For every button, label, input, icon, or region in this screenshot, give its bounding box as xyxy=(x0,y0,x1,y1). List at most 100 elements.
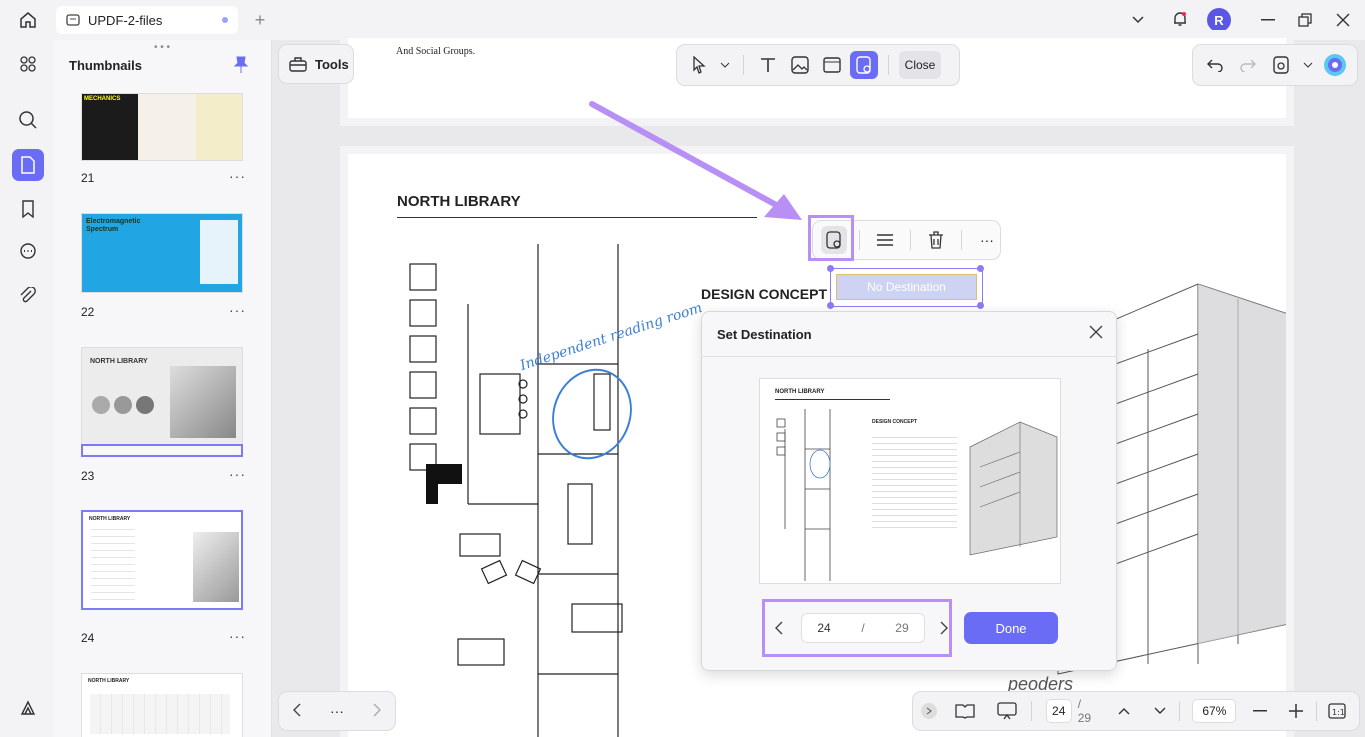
thumbnail-more-icon[interactable]: ··· xyxy=(229,466,246,482)
dialog-total-pages: 29 xyxy=(895,621,909,635)
more-options-icon[interactable]: ··· xyxy=(974,226,1000,254)
page-down-icon[interactable] xyxy=(1146,697,1174,725)
prev-page-icon[interactable] xyxy=(293,703,301,720)
home-icon[interactable] xyxy=(16,9,40,31)
bell-icon[interactable] xyxy=(1170,9,1190,29)
avatar[interactable]: R xyxy=(1207,8,1231,32)
close-edit-button[interactable]: Close xyxy=(899,51,941,79)
pointer-icon[interactable] xyxy=(685,51,713,79)
resize-handle[interactable] xyxy=(977,265,984,272)
document-tab[interactable]: UPDF-2-files xyxy=(56,6,238,34)
zoom-in-icon[interactable] xyxy=(1282,697,1310,725)
pointer-dropdown-icon[interactable] xyxy=(717,51,733,79)
dialog-close-icon[interactable] xyxy=(1089,325,1103,342)
drop-indicator xyxy=(81,444,243,457)
resize-handle[interactable] xyxy=(827,265,834,272)
actual-size-icon[interactable]: 1:1 xyxy=(1323,697,1351,725)
thumbnail-label: NORTH LIBRARY xyxy=(88,678,130,684)
thumbnails-icon[interactable] xyxy=(12,149,44,181)
preview-concept: DESIGN CONCEPT xyxy=(872,419,918,425)
save-icon[interactable] xyxy=(1270,51,1293,79)
restore-icon[interactable] xyxy=(1295,10,1315,30)
link-area-selection[interactable]: No Destination xyxy=(827,265,984,309)
collapse-icon[interactable] xyxy=(921,703,937,719)
thumbnail-label: NORTH LIBRARY xyxy=(89,516,131,522)
nav-more-icon[interactable]: ··· xyxy=(330,703,344,719)
preview-building xyxy=(969,421,1058,556)
redo-icon[interactable] xyxy=(1236,51,1259,79)
preview-floor-plan xyxy=(776,409,831,581)
resize-handle[interactable] xyxy=(977,302,984,309)
thumbnail-more-icon[interactable]: ··· xyxy=(229,628,246,644)
delete-icon[interactable] xyxy=(923,226,949,254)
set-destination-dialog: Set Destination NORTH LIBRARY DESIGN CON… xyxy=(701,311,1117,671)
page-nav-mini: ··· xyxy=(278,691,396,731)
apps-grid-icon[interactable] xyxy=(12,48,44,80)
done-button[interactable]: Done xyxy=(964,612,1058,644)
attachment-icon[interactable] xyxy=(12,280,44,312)
preview-text-lines xyxy=(872,433,957,533)
highlight-box xyxy=(808,215,854,261)
page-heading: NORTH LIBRARY xyxy=(397,193,521,210)
page-thumbnail[interactable]: Electromagnetic Spectrum xyxy=(81,213,243,293)
comment-icon[interactable] xyxy=(12,236,44,268)
tab-title: UPDF-2-files xyxy=(88,12,163,28)
tab-icon xyxy=(66,14,80,26)
page-selector[interactable]: 24 / 29 xyxy=(801,613,925,643)
tools-button[interactable]: Tools xyxy=(278,44,354,84)
guide-arrow xyxy=(589,101,802,220)
next-page-icon[interactable] xyxy=(373,703,381,720)
save-dropdown-icon[interactable] xyxy=(1303,51,1313,79)
resize-handle[interactable] xyxy=(827,302,834,309)
thumbnail-label: Electromagnetic Spectrum xyxy=(86,218,141,233)
panel-drag-handle-icon[interactable]: • • • xyxy=(154,42,170,53)
link-edit-toolbar: Close xyxy=(676,44,960,86)
link-placeholder-label: No Destination xyxy=(836,274,977,300)
thumbnail-more-icon[interactable]: ··· xyxy=(229,302,246,318)
dialog-current-page[interactable]: 24 xyxy=(817,621,830,635)
page-up-icon[interactable] xyxy=(1110,697,1138,725)
left-rail xyxy=(0,40,54,737)
presentation-icon[interactable] xyxy=(993,697,1021,725)
image-tool-icon[interactable] xyxy=(786,51,814,79)
reading-mode-icon[interactable] xyxy=(951,697,979,725)
status-bar: 24 / 29 67% 1:1 xyxy=(912,691,1360,731)
thumbnail-more-icon[interactable]: ··· xyxy=(229,168,246,184)
search-icon[interactable] xyxy=(12,104,44,136)
svg-text:1:1: 1:1 xyxy=(1332,708,1345,717)
preview-heading: NORTH LIBRARY xyxy=(775,389,825,395)
minimize-icon[interactable] xyxy=(1258,10,1278,30)
layers-icon[interactable] xyxy=(12,692,44,724)
border-style-icon[interactable] xyxy=(872,226,898,254)
thumbnails-title: Thumbnails xyxy=(69,58,142,73)
page-preview: NORTH LIBRARY DESIGN CONCEPT xyxy=(759,378,1061,584)
page-separator: / xyxy=(861,621,865,635)
link-web-icon[interactable] xyxy=(818,51,846,79)
zoom-out-icon[interactable] xyxy=(1246,697,1274,725)
ink-circle-annotation[interactable] xyxy=(546,364,641,464)
page-thumbnail-selected[interactable]: NORTH LIBRARY xyxy=(81,510,243,610)
dialog-title: Set Destination xyxy=(717,327,812,342)
thumbnail-label: NORTH LIBRARY xyxy=(90,358,148,365)
text-tool-icon[interactable] xyxy=(754,51,782,79)
tools-label: Tools xyxy=(315,56,349,72)
new-tab-plus-icon[interactable]: + xyxy=(250,10,270,30)
page-thumbnail[interactable]: NORTH LIBRARY xyxy=(81,347,243,445)
pin-icon[interactable] xyxy=(233,56,249,77)
page-thumbnail[interactable]: NORTH LIBRARY xyxy=(81,673,243,737)
chevron-down-icon[interactable] xyxy=(1130,12,1146,28)
page-number-input[interactable]: 24 xyxy=(1045,699,1072,723)
undo-redo-toolbar xyxy=(1192,44,1358,86)
zoom-level-field[interactable]: 67% xyxy=(1192,699,1237,723)
undo-icon[interactable] xyxy=(1203,51,1226,79)
dialog-prev-page-icon[interactable] xyxy=(775,621,783,638)
close-window-icon[interactable] xyxy=(1333,10,1353,30)
thumbnails-panel: • • • Thumbnails MECHANICS 21 ··· Electr… xyxy=(54,40,272,737)
dialog-next-page-icon[interactable] xyxy=(940,621,948,638)
page-thumbnail[interactable]: MECHANICS xyxy=(81,93,243,161)
thumbnail-page-number: 21 xyxy=(81,171,95,185)
bookmark-icon[interactable] xyxy=(12,193,44,225)
ai-assistant-icon[interactable] xyxy=(1323,51,1347,79)
toolbox-icon xyxy=(289,57,307,72)
link-page-icon[interactable] xyxy=(850,51,878,79)
